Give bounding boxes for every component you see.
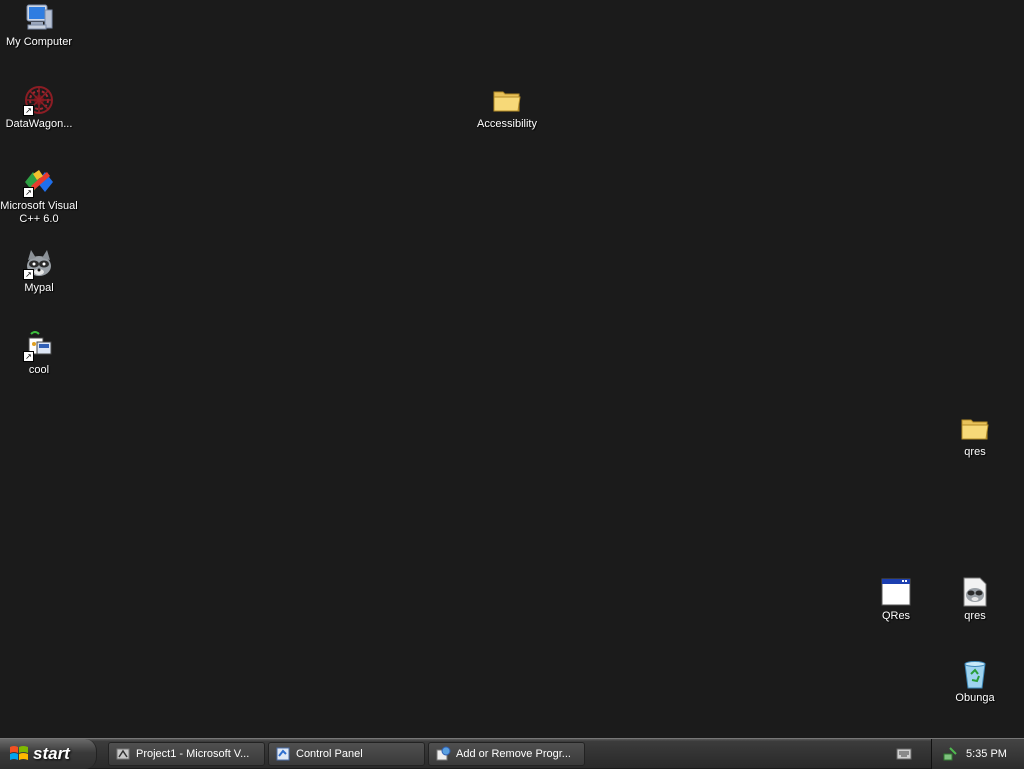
system-tray: 5:35 PM <box>931 739 1024 769</box>
visual-cpp-icon: ↗ <box>23 166 55 198</box>
folder-icon <box>959 412 991 444</box>
icon-label: Mypal <box>24 282 54 294</box>
raccoon-icon: ↗ <box>23 248 55 280</box>
icon-label: Microsoft Visual C++ 6.0 <box>0 200 78 225</box>
program-shortcut-icon: ↗ <box>23 330 55 362</box>
raccoon-file-icon <box>959 576 991 608</box>
icon-label: qres <box>964 610 986 622</box>
desktop-icon-qres-folder[interactable]: qres <box>936 412 1014 459</box>
task-label: Control Panel <box>296 748 363 760</box>
desktop-icon-recycle-bin[interactable]: Obunga <box>936 658 1014 705</box>
folder-icon <box>491 84 523 116</box>
shortcut-arrow-icon: ↗ <box>23 351 34 362</box>
icon-label: Obunga <box>955 692 995 704</box>
control-panel-icon <box>276 747 290 761</box>
desktop-icon-cool[interactable]: ↗ cool <box>0 330 78 377</box>
desktop-icon-mypal[interactable]: ↗ Mypal <box>0 248 78 295</box>
clock[interactable]: 5:35 PM <box>966 748 1007 760</box>
windows-logo-icon <box>10 746 28 760</box>
icon-label: qres <box>964 446 986 458</box>
desktop-icon-my-computer[interactable]: My Computer <box>0 2 78 49</box>
icon-label: cool <box>28 364 50 376</box>
keyboard-icon[interactable] <box>896 747 912 761</box>
taskbar-button-control-panel[interactable]: Control Panel <box>268 742 425 766</box>
task-label: Add or Remove Progr... <box>456 748 571 760</box>
application-window-icon <box>880 576 912 608</box>
taskbar: start Project1 - Microsoft V... Control … <box>0 738 1024 769</box>
desktop-icon-qres-file[interactable]: qres <box>936 576 1014 623</box>
vb-project-icon <box>116 748 130 760</box>
task-label: Project1 - Microsoft V... <box>136 748 250 760</box>
add-remove-programs-icon <box>436 746 451 761</box>
shortcut-arrow-icon: ↗ <box>23 105 34 116</box>
desktop-icon-accessibility[interactable]: Accessibility <box>468 84 546 131</box>
computer-icon <box>23 2 55 34</box>
taskbar-button-project1[interactable]: Project1 - Microsoft V... <box>108 742 265 766</box>
shortcut-arrow-icon: ↗ <box>23 269 34 280</box>
taskbar-button-add-remove-programs[interactable]: Add or Remove Progr... <box>428 742 585 766</box>
icon-label: My Computer <box>5 36 73 48</box>
desktop: My Computer ↗ DataWagon... ↗ Microsoft V <box>0 0 1024 738</box>
start-label: start <box>33 744 70 763</box>
icon-label: QRes <box>881 610 911 622</box>
desktop-icon-datawagon[interactable]: ↗ DataWagon... <box>0 84 78 131</box>
datawagon-icon: ↗ <box>23 84 55 116</box>
desktop-icon-msvc[interactable]: ↗ Microsoft Visual C++ 6.0 <box>0 166 78 226</box>
icon-label: DataWagon... <box>5 118 73 130</box>
start-button[interactable]: start <box>0 739 97 769</box>
icon-label: Accessibility <box>477 118 537 130</box>
shortcut-arrow-icon: ↗ <box>23 187 34 198</box>
network-icon[interactable] <box>942 746 958 762</box>
desktop-icon-qres-app[interactable]: QRes <box>857 576 935 623</box>
recycle-bin-icon <box>959 658 991 690</box>
